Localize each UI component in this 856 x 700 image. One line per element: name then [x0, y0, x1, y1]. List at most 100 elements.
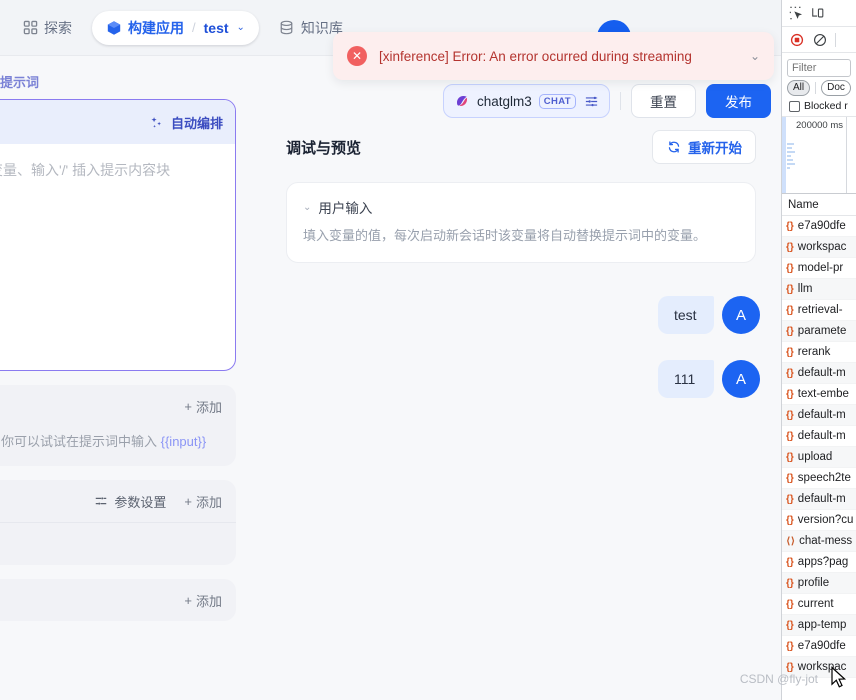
app-root: 探索 构建应用 / test ⌄ 知识库 ✕ [xinference] Erro… [0, 0, 856, 700]
message-bubble: test [658, 296, 714, 334]
user-input-card[interactable]: ⌄ 用户输入 填入变量的值，每次启动新会话时该变量将自动替换提示词中的变量。 [286, 182, 756, 263]
request-row[interactable]: {} rerank [782, 342, 856, 363]
checkbox[interactable] [789, 100, 800, 112]
request-row[interactable]: {} version?cu [782, 510, 856, 531]
restart-button[interactable]: 重新开始 [652, 130, 756, 164]
request-row[interactable]: {} model-pr [782, 258, 856, 279]
json-file-icon: {} [786, 640, 794, 652]
add-tool-button[interactable]: + 添加 [184, 591, 222, 610]
tools-card: + 添加 [0, 579, 236, 621]
request-row[interactable]: {} paramete [782, 321, 856, 342]
plus-icon: + [184, 592, 192, 608]
network-overview-timeline[interactable]: 200000 ms [782, 116, 856, 194]
request-row[interactable]: {} e7a90dfe [782, 216, 856, 237]
parameter-settings-label: 参数设置 [114, 494, 167, 510]
request-name: upload [797, 451, 833, 463]
model-selector[interactable]: chatglm3 CHAT [442, 84, 610, 118]
request-row[interactable]: {} default-m [782, 363, 856, 384]
inspect-element-icon[interactable] [788, 6, 803, 21]
grid-icon [22, 20, 38, 36]
json-file-icon: {} [786, 220, 794, 232]
publish-button[interactable]: 发布 [706, 84, 771, 118]
database-icon [279, 20, 295, 36]
request-name: retrieval- [797, 304, 843, 316]
request-row[interactable]: {} text-embe [782, 384, 856, 405]
request-name: version?cu [797, 514, 854, 526]
requests-list: {} e7a90dfe{} workspac{} model-pr{} llm{} ret… [782, 216, 856, 678]
timeline-selection[interactable] [782, 117, 786, 193]
context-card: 参数设置 + 添加 [0, 480, 236, 565]
request-row[interactable]: {} profile [782, 573, 856, 594]
request-name: default-m [797, 409, 846, 421]
plus-icon: + [184, 493, 192, 509]
request-row[interactable]: {} default-m [782, 426, 856, 447]
filter-pill-all[interactable]: All [787, 80, 811, 96]
chevron-down-icon[interactable]: ⌄ [237, 22, 245, 33]
devtools-panel: All Doc Blocked r 200000 ms Name {}e7a90 [781, 0, 856, 700]
variables-hint: ，你可以试试在提示词中输入 {{input}} [0, 427, 236, 466]
record-stop-icon[interactable] [789, 32, 804, 47]
request-row[interactable]: {} current [782, 594, 856, 615]
filter-pill-doc[interactable]: Doc [821, 80, 851, 96]
chevron-down-icon[interactable]: ⌄ [750, 49, 760, 63]
devtools-network-controls [782, 27, 856, 53]
clear-icon[interactable] [812, 32, 827, 47]
request-row[interactable]: {} workspac [782, 237, 856, 258]
breadcrumb[interactable]: 构建应用 / test ⌄ [92, 10, 259, 45]
request-row[interactable]: ⟨⟩ chat-mess [782, 531, 856, 552]
request-row[interactable]: {} retrieval- [782, 300, 856, 321]
user-input-title: 用户输入 [318, 201, 373, 216]
message-list: test A 111 A [260, 296, 781, 424]
request-row[interactable]: {} default-m [782, 489, 856, 510]
message-bubble: 111 [658, 360, 714, 398]
chevron-down-icon[interactable]: ⌄ [303, 202, 311, 213]
request-row[interactable]: {} upload [782, 447, 856, 468]
parameter-settings-button[interactable]: 参数设置 [93, 492, 166, 511]
user-input-header[interactable]: ⌄ 用户输入 [303, 197, 739, 217]
blocked-requests-checkbox-row[interactable]: Blocked r [782, 100, 856, 116]
request-row[interactable]: {} e7a90dfe [782, 636, 856, 657]
request-row[interactable]: {} default-m [782, 405, 856, 426]
divider [835, 32, 836, 47]
debug-preview-panel: 调试与预览 重新开始 ⌄ 用户输入 填入变量的值，每次启动新会话时该变量将自动替… [260, 56, 847, 700]
request-name: text-embe [797, 388, 849, 400]
requests-column-header[interactable]: Name [782, 194, 856, 216]
json-file-icon: {} [786, 472, 794, 484]
device-toolbar-icon[interactable] [810, 6, 825, 21]
model-type-badge: CHAT [538, 93, 576, 109]
add-variable-button[interactable]: + 添加 [184, 397, 222, 416]
add-context-label: 添加 [195, 494, 222, 510]
filter-input[interactable] [787, 59, 851, 77]
json-file-icon: {} [786, 598, 794, 610]
avatar: A [722, 296, 760, 334]
breadcrumb-app-name: test [203, 19, 229, 36]
request-name: profile [797, 577, 830, 589]
auto-arrange-button[interactable]: 自动编排 [149, 113, 223, 132]
request-row[interactable]: {} app-temp [782, 615, 856, 636]
sliders-icon[interactable] [583, 93, 599, 109]
add-context-button[interactable]: + 添加 [184, 492, 222, 511]
timeline-time-label: 200000 ms [796, 120, 844, 131]
reset-button[interactable]: 重置 [631, 84, 696, 118]
json-file-icon: {} [786, 283, 794, 295]
resource-type-filters: All Doc [782, 80, 856, 100]
left-prompt-panel: 提示词 自动编排 变量、输入'/' 插入提示内容块 + 添加 ，你可以试试在提示… [0, 56, 260, 700]
request-name: app-temp [797, 619, 847, 631]
avatar: A [722, 360, 760, 398]
request-row[interactable]: {} llm [782, 279, 856, 300]
request-name: e7a90dfe [797, 220, 846, 232]
json-file-icon: {} [786, 241, 794, 253]
json-file-icon: {} [786, 451, 794, 463]
request-row[interactable]: {} apps?pag [782, 552, 856, 573]
nav-item-explore[interactable]: 探索 [12, 12, 82, 44]
message-row: 111 A [260, 360, 781, 398]
divider [620, 92, 621, 110]
timeline-bars [787, 143, 795, 171]
devtools-toolbar [782, 0, 856, 27]
code-file-icon: ⟨⟩ [786, 535, 796, 547]
prompt-editor[interactable]: 自动编排 变量、输入'/' 插入提示内容块 [0, 99, 236, 371]
context-card-header: 参数设置 + 添加 [0, 480, 236, 522]
json-file-icon: {} [786, 304, 794, 316]
request-row[interactable]: {} speech2te [782, 468, 856, 489]
variables-hint-token: {{input}} [160, 434, 207, 449]
